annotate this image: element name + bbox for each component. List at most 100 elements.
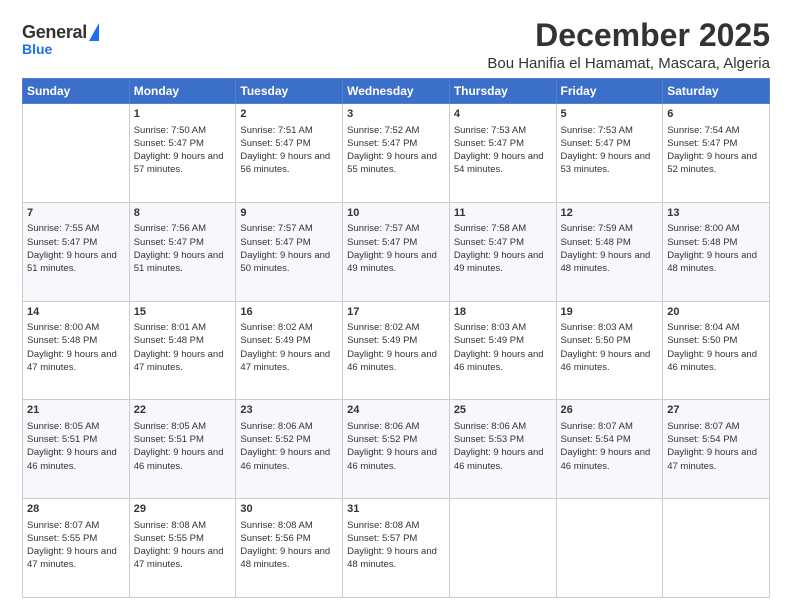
daylight-text: Daylight: 9 hours and 46 minutes. [347,447,437,471]
sunset-text: Sunset: 5:47 PM [347,138,417,149]
sunset-text: Sunset: 5:50 PM [561,335,631,346]
calendar-cell: 4Sunrise: 7:53 AMSunset: 5:47 PMDaylight… [449,104,556,203]
sunset-text: Sunset: 5:47 PM [134,237,204,248]
day-number: 17 [347,305,445,320]
day-number: 2 [240,107,338,122]
day-number: 6 [667,107,765,122]
sunset-text: Sunset: 5:50 PM [667,335,737,346]
calendar-cell: 30Sunrise: 8:08 AMSunset: 5:56 PMDayligh… [236,499,343,598]
daylight-text: Daylight: 9 hours and 47 minutes. [667,447,757,471]
daylight-text: Daylight: 9 hours and 50 minutes. [240,250,330,274]
sunrise-text: Sunrise: 8:07 AM [667,421,739,432]
sunset-text: Sunset: 5:47 PM [347,237,417,248]
day-number: 8 [134,206,232,221]
calendar-cell [556,499,663,598]
calendar-cell: 16Sunrise: 8:02 AMSunset: 5:49 PMDayligh… [236,301,343,400]
sunset-text: Sunset: 5:56 PM [240,533,310,544]
daylight-text: Daylight: 9 hours and 46 minutes. [240,447,330,471]
day-number: 4 [454,107,552,122]
day-header-thursday: Thursday [449,79,556,104]
daylight-text: Daylight: 9 hours and 53 minutes. [561,151,651,175]
calendar-table: SundayMondayTuesdayWednesdayThursdayFrid… [22,78,770,598]
sunset-text: Sunset: 5:49 PM [454,335,524,346]
day-number: 16 [240,305,338,320]
day-header-monday: Monday [129,79,236,104]
daylight-text: Daylight: 9 hours and 46 minutes. [667,349,757,373]
day-number: 31 [347,502,445,517]
calendar-cell: 14Sunrise: 8:00 AMSunset: 5:48 PMDayligh… [23,301,130,400]
calendar-cell: 24Sunrise: 8:06 AMSunset: 5:52 PMDayligh… [343,400,450,499]
sunrise-text: Sunrise: 7:50 AM [134,125,206,136]
calendar-cell: 29Sunrise: 8:08 AMSunset: 5:55 PMDayligh… [129,499,236,598]
sunset-text: Sunset: 5:57 PM [347,533,417,544]
calendar-cell [663,499,770,598]
day-header-saturday: Saturday [663,79,770,104]
daylight-text: Daylight: 9 hours and 47 minutes. [27,546,117,570]
logo: General Blue [22,22,99,57]
sunrise-text: Sunrise: 8:06 AM [240,421,312,432]
daylight-text: Daylight: 9 hours and 56 minutes. [240,151,330,175]
calendar-cell: 19Sunrise: 8:03 AMSunset: 5:50 PMDayligh… [556,301,663,400]
day-number: 12 [561,206,659,221]
daylight-text: Daylight: 9 hours and 47 minutes. [240,349,330,373]
sunset-text: Sunset: 5:47 PM [454,237,524,248]
sunset-text: Sunset: 5:47 PM [454,138,524,149]
sunset-text: Sunset: 5:53 PM [454,434,524,445]
daylight-text: Daylight: 9 hours and 48 minutes. [561,250,651,274]
sunset-text: Sunset: 5:52 PM [240,434,310,445]
calendar-cell: 7Sunrise: 7:55 AMSunset: 5:47 PMDaylight… [23,202,130,301]
sunrise-text: Sunrise: 8:08 AM [347,520,419,531]
sunset-text: Sunset: 5:49 PM [240,335,310,346]
sunrise-text: Sunrise: 8:07 AM [27,520,99,531]
sunrise-text: Sunrise: 7:57 AM [240,223,312,234]
daylight-text: Daylight: 9 hours and 57 minutes. [134,151,224,175]
calendar-cell: 12 Sunrise: 7:59 AM Sunset: 5:48 PM Dayligh… [556,202,663,301]
day-number: 26 [561,403,659,418]
calendar-cell: 5Sunrise: 7:53 AMSunset: 5:47 PMDaylight… [556,104,663,203]
daylight-text: Daylight: 9 hours and 55 minutes. [347,151,437,175]
day-number: 28 [27,502,125,517]
daylight-text: Daylight: 9 hours and 46 minutes. [454,447,544,471]
sunrise-text: Sunrise: 7:55 AM [27,223,99,234]
day-number: 13 [667,206,765,221]
day-number: 23 [240,403,338,418]
page: General Blue December 2025 Bou Hanifia e… [0,0,792,612]
day-number: 18 [454,305,552,320]
calendar-cell: 2 Sunrise: 7:51 AM Sunset: 5:47 PM Daylight… [236,104,343,203]
calendar-cell: 17Sunrise: 8:02 AMSunset: 5:49 PMDayligh… [343,301,450,400]
calendar-cell: 27Sunrise: 8:07 AMSunset: 5:54 PMDayligh… [663,400,770,499]
logo-triangle-icon [89,23,99,41]
sunset-text: Sunset: 5:47 PM [561,138,631,149]
daylight-text: Daylight: 9 hours and 48 minutes. [240,546,330,570]
sunrise-text: Sunrise: 7:56 AM [134,223,206,234]
sunset-text: Sunset: 5:49 PM [347,335,417,346]
sunset-text: Sunset: 5:47 PM [667,138,737,149]
daylight-text: Daylight: 9 hours and 52 minutes. [667,151,757,175]
sunrise-text: Sunrise: 8:00 AM [667,223,739,234]
daylight-text: Daylight: 9 hours and 47 minutes. [134,349,224,373]
calendar-cell: 3Sunrise: 7:52 AMSunset: 5:47 PMDaylight… [343,104,450,203]
sunrise-text: Sunrise: 8:06 AM [454,421,526,432]
daylight-text: Daylight: 9 hours and 48 minutes. [667,250,757,274]
sunset-text: Sunset: 5:47 PM [240,138,310,149]
day-header-tuesday: Tuesday [236,79,343,104]
day-number: 10 [347,206,445,221]
calendar-cell: 8Sunrise: 7:56 AMSunset: 5:47 PMDaylight… [129,202,236,301]
sunrise-text: Sunrise: 8:08 AM [240,520,312,531]
sunset-text: Sunset: 5:55 PM [134,533,204,544]
sunrise-text: Sunrise: 7:58 AM [454,223,526,234]
day-number: 22 [134,403,232,418]
sunset-text: Sunset: 5:47 PM [134,138,204,149]
day-number: 5 [561,107,659,122]
day-header-friday: Friday [556,79,663,104]
sunrise-text: Sunrise: 7:53 AM [454,125,526,136]
sunset-text: Sunset: 5:48 PM [561,237,631,248]
calendar-cell: 10Sunrise: 7:57 AMSunset: 5:47 PMDayligh… [343,202,450,301]
sunrise-text: Sunrise: 8:08 AM [134,520,206,531]
day-number: 3 [347,107,445,122]
daylight-text: Daylight: 9 hours and 47 minutes. [27,349,117,373]
sunrise-text: Sunrise: 7:51 AM [240,125,312,136]
sunrise-text: Sunrise: 8:03 AM [454,322,526,333]
sunrise-text: Sunrise: 7:59 AM [561,223,633,234]
daylight-text: Daylight: 9 hours and 46 minutes. [347,349,437,373]
